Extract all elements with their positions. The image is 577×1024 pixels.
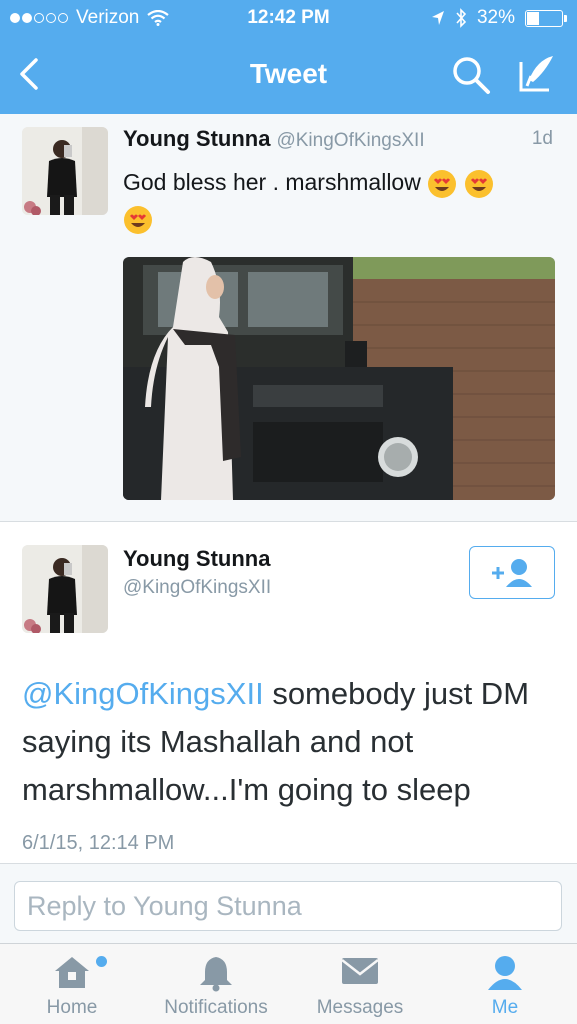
envelope-icon [341,958,379,984]
person-icon [488,956,522,990]
heart-eyes-emoji-icon [464,169,493,198]
tab-bar: Home Notifications Messages Me [0,943,577,1024]
tweet-timestamp: 6/1/15, 12:14 PM [22,832,175,854]
tab-notifications-label: Notifications [164,997,268,1018]
author-handle[interactable]: @KingOfKingsXII [276,130,424,151]
tab-home-label: Home [46,997,98,1018]
tab-me[interactable]: Me [445,944,565,1024]
tweet-age: 1d [531,128,553,149]
compose-tweet-icon[interactable] [515,52,559,96]
home-unread-dot [96,956,107,967]
avatar[interactable] [22,127,108,215]
top-bar: Verizon 12:42 PM 32% Tweet [0,0,577,114]
bluetooth-icon [456,8,467,28]
reply-bar [0,863,577,943]
tab-notifications[interactable]: Notifications [150,944,282,1024]
status-right: 32% [431,7,567,29]
original-tweet[interactable]: Young Stunna @KingOfKingsXII 1d God bless… [0,114,577,522]
tweet-text: God bless her . marshmallow [123,164,543,236]
tweet-header: Young Stunna @KingOfKingsXII 1d [123,126,563,152]
tab-messages[interactable]: Messages [300,944,420,1024]
follow-button[interactable] [469,546,555,599]
bell-icon [200,957,232,992]
mention-link[interactable]: @KingOfKingsXII [22,676,264,711]
reply-author-name[interactable]: Young Stunna [123,546,270,572]
tab-me-label: Me [491,997,519,1018]
battery-icon [525,9,567,27]
search-icon[interactable] [450,54,492,96]
location-arrow-icon [431,11,444,25]
add-user-icon [492,559,532,587]
nav-bar: Tweet [0,36,577,114]
battery-percent: 32% [476,7,515,28]
status-bar: Verizon 12:42 PM 32% [0,0,577,36]
tweet-text-body: God bless her . marshmallow [123,169,421,195]
tweet-photo[interactable] [123,257,555,500]
heart-eyes-emoji-icon [428,169,457,198]
tab-home[interactable]: Home [12,944,132,1024]
reply-tweet-text: @KingOfKingsXII somebody just DM saying … [22,670,562,814]
home-icon [55,957,89,988]
reply-author-handle[interactable]: @KingOfKingsXII [123,577,271,599]
tab-messages-label: Messages [316,997,404,1018]
heart-eyes-emoji-icon [124,205,152,234]
author-name[interactable]: Young Stunna [123,126,270,151]
reply-input[interactable] [14,881,562,931]
reply-author-avatar[interactable] [22,545,108,633]
